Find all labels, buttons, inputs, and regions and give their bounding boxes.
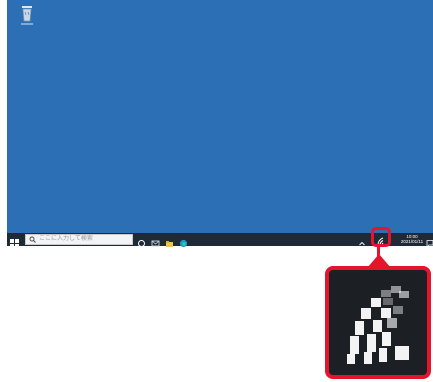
- file-explorer-icon[interactable]: [165, 235, 174, 247]
- mail-icon[interactable]: [151, 235, 160, 247]
- zoomed-wifi-icon: [347, 286, 409, 364]
- windows-start-icon[interactable]: [10, 235, 19, 248]
- zoomed-wifi-callout: [325, 266, 431, 379]
- action-center-icon[interactable]: [426, 235, 433, 248]
- chevron-up-icon[interactable]: [358, 235, 366, 246]
- taskbar-clock[interactable]: 10:00 2021/01/11: [400, 234, 424, 244]
- tray-highlight-ring: [371, 227, 391, 247]
- edge-icon[interactable]: [179, 235, 188, 248]
- taskbar: ここに入力して検索 10:00 2021/01/11: [7, 233, 433, 248]
- taskbar-search-input[interactable]: ここに入力して検索: [25, 234, 133, 245]
- clock-date: 2021/01/11: [400, 239, 424, 244]
- search-placeholder: ここに入力して検索: [39, 236, 93, 242]
- recycle-bin-icon[interactable]: [20, 4, 34, 26]
- search-icon: [29, 236, 36, 243]
- desktop: [7, 0, 433, 233]
- task-view-icon[interactable]: [137, 235, 146, 247]
